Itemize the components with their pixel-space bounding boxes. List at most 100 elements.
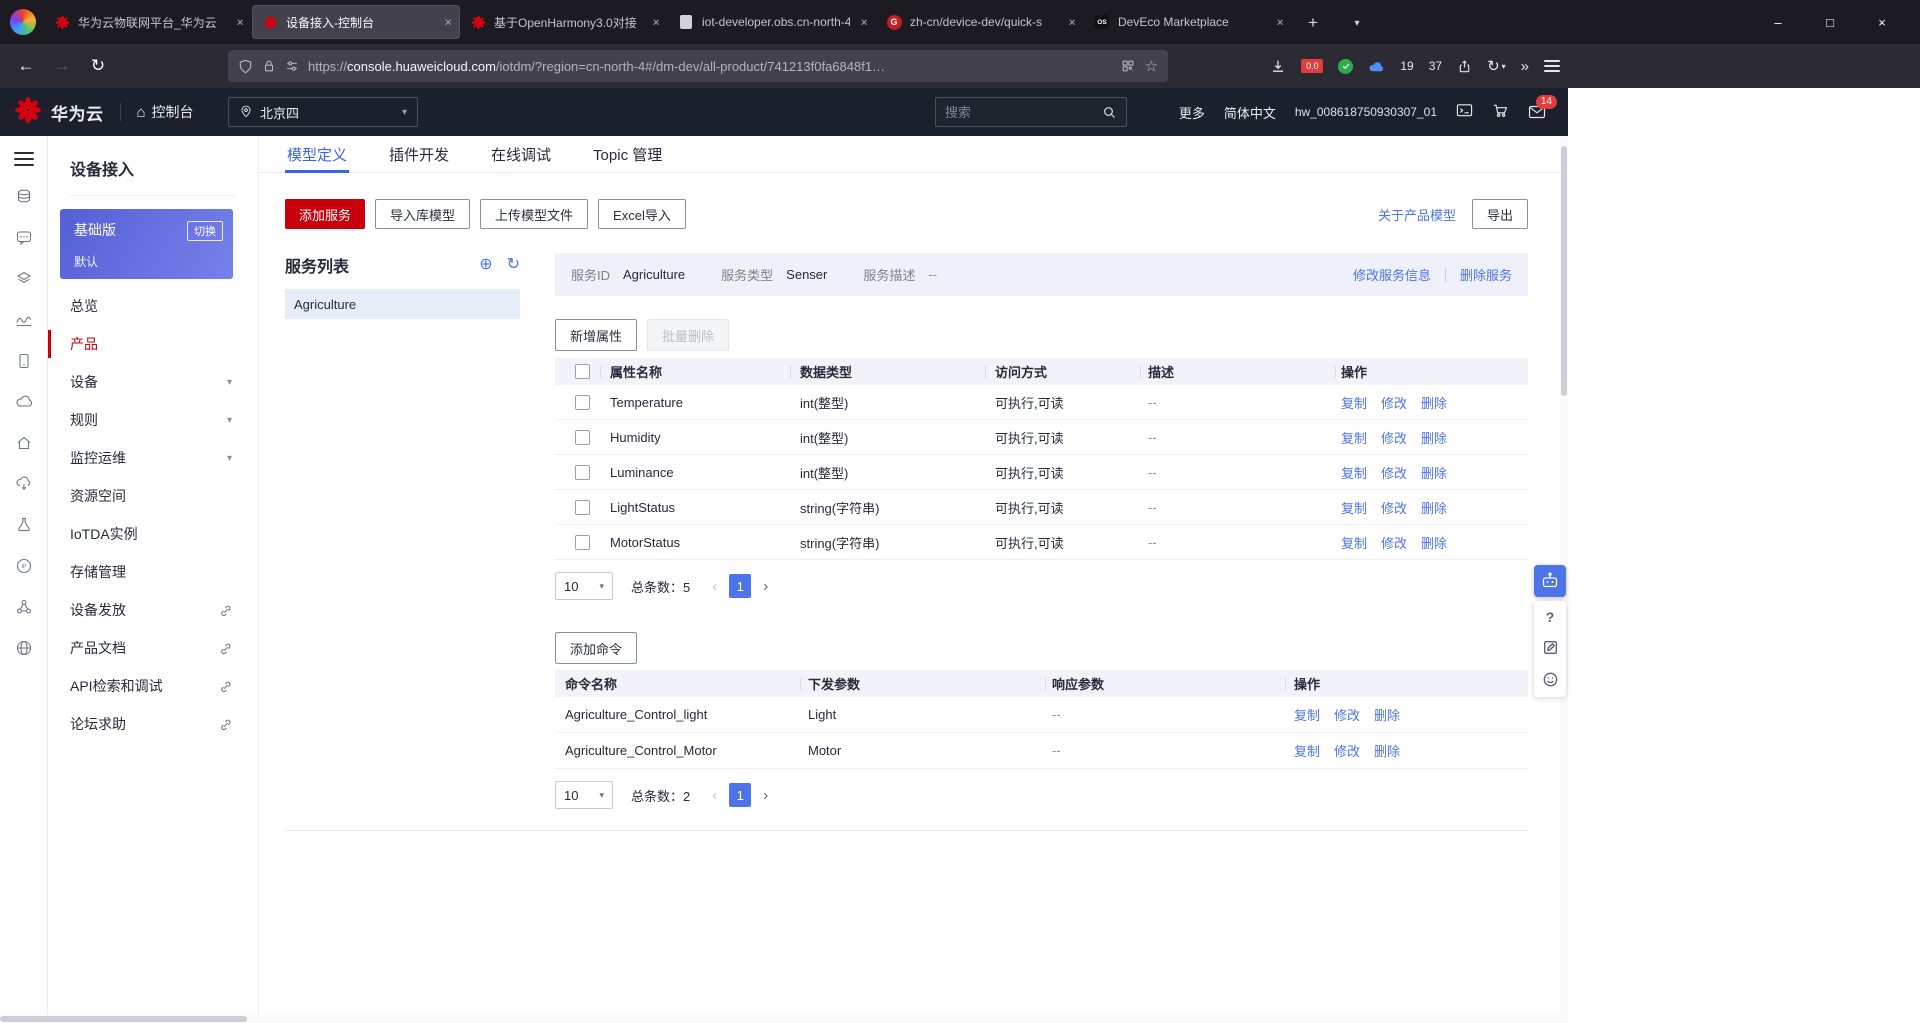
sidebar-item-product[interactable]: 产品 <box>48 325 258 363</box>
delete-link[interactable]: 删除 <box>1374 708 1400 723</box>
modify-link[interactable]: 修改 <box>1381 466 1407 481</box>
copy-link[interactable]: 复制 <box>1341 431 1367 446</box>
sidebar-item-docs[interactable]: 产品文档 <box>48 629 258 667</box>
window-close-button[interactable]: × <box>1856 0 1908 44</box>
browser-tab-3[interactable]: 基于OpenHarmony3.0对接 × <box>460 5 668 39</box>
permissions-sliders-icon[interactable] <box>285 59 299 73</box>
tab-close-icon[interactable]: × <box>860 15 868 30</box>
cloud-icon[interactable] <box>15 393 33 411</box>
browser-tab-6[interactable]: OS DevEco Marketplace × <box>1084 5 1292 39</box>
prev-page-icon[interactable]: ‹ <box>712 578 717 595</box>
reload-button[interactable]: ↻ <box>84 52 112 80</box>
add-service-icon[interactable]: ⊕ <box>479 257 492 273</box>
import-library-model-button[interactable]: 导入库模型 <box>375 199 471 229</box>
next-page-icon[interactable]: › <box>763 787 768 804</box>
browser-tab-5[interactable]: G zh-cn/device-dev/quick-s × <box>876 5 1084 39</box>
row-checkbox[interactable] <box>575 464 590 480</box>
page-size-select[interactable]: 10 ▾ <box>555 781 613 809</box>
service-list-item-selected[interactable]: Agriculture <box>285 289 520 319</box>
add-command-button[interactable]: 添加命令 <box>555 632 638 664</box>
header-search-box[interactable] <box>935 97 1127 127</box>
search-input[interactable] <box>945 104 1102 120</box>
cloud-extension-icon[interactable] <box>1368 58 1385 75</box>
tab-close-icon[interactable]: × <box>1068 15 1076 30</box>
browser-profile-icon[interactable] <box>10 9 36 35</box>
sidebar-item-provisioning[interactable]: 设备发放 <box>48 591 258 629</box>
copy-link[interactable]: 复制 <box>1341 536 1367 551</box>
tab-online-debug[interactable]: 在线调试 <box>489 136 553 172</box>
delete-link[interactable]: 删除 <box>1421 431 1447 446</box>
collapse-menu-icon[interactable] <box>14 152 34 166</box>
sidebar-item-device[interactable]: 设备 ▾ <box>48 363 258 401</box>
chat-icon[interactable] <box>15 229 33 247</box>
extension-counter-badge[interactable]: 19 <box>1400 59 1413 73</box>
qr-code-icon[interactable] <box>1121 59 1135 73</box>
page-size-select[interactable]: 10 ▾ <box>555 572 613 600</box>
cart-icon[interactable] <box>1492 102 1509 122</box>
upload-model-file-button[interactable]: 上传模型文件 <box>480 199 589 229</box>
copy-link[interactable]: 复制 <box>1294 744 1320 759</box>
region-selector[interactable]: 北京四 ▾ <box>228 97 418 127</box>
globe-icon[interactable] <box>15 639 33 657</box>
refresh-icon[interactable]: ↻ <box>507 257 520 273</box>
modify-service-link[interactable]: 修改服务信息 <box>1353 265 1431 284</box>
edition-card[interactable]: 基础版 切换 默认 <box>60 209 233 279</box>
app-menu-icon[interactable] <box>1544 60 1560 72</box>
select-all-checkbox[interactable] <box>575 364 590 379</box>
delete-link[interactable]: 删除 <box>1421 466 1447 481</box>
sync-icon[interactable]: ↻ ▾ <box>1487 57 1506 75</box>
extension-counter-badge[interactable]: 37 <box>1429 59 1442 73</box>
delete-link[interactable]: 删除 <box>1421 396 1447 411</box>
more-link[interactable]: 更多 <box>1179 103 1205 122</box>
add-property-button[interactable]: 新增属性 <box>555 319 638 351</box>
delete-link[interactable]: 删除 <box>1421 501 1447 516</box>
modify-link[interactable]: 修改 <box>1381 431 1407 446</box>
username[interactable]: hw_008618750930307_01 <box>1295 105 1437 119</box>
help-button[interactable]: ? <box>1546 610 1555 624</box>
assistant-robot-button[interactable] <box>1534 565 1566 597</box>
green-extension-icon[interactable] <box>1338 58 1354 74</box>
row-checkbox[interactable] <box>575 429 590 445</box>
tab-plugin-development[interactable]: 插件开发 <box>387 136 451 172</box>
delete-service-link[interactable]: 删除服务 <box>1460 265 1512 284</box>
messages-icon[interactable]: 14 <box>1528 95 1557 121</box>
sidebar-item-storage[interactable]: 存储管理 <box>48 553 258 591</box>
row-checkbox[interactable] <box>575 499 590 515</box>
search-icon[interactable] <box>1102 105 1117 120</box>
next-page-icon[interactable]: › <box>763 578 768 595</box>
ip-address-icon[interactable]: IP <box>15 557 33 575</box>
bookmark-star-icon[interactable]: ☆ <box>1145 57 1158 75</box>
feedback-button[interactable] <box>1542 639 1559 656</box>
sidebar-item-api-explorer[interactable]: API检索和调试 <box>48 667 258 705</box>
modify-link[interactable]: 修改 <box>1381 501 1407 516</box>
browser-tab-2-active[interactable]: 设备接入-控制台 × <box>252 5 460 39</box>
back-button[interactable]: ← <box>12 52 40 80</box>
current-page-button[interactable]: 1 <box>729 574 752 598</box>
copy-link[interactable]: 复制 <box>1294 708 1320 723</box>
tracking-shield-icon[interactable] <box>238 59 253 74</box>
copy-link[interactable]: 复制 <box>1341 396 1367 411</box>
list-all-tabs-icon[interactable]: ▾ <box>1344 10 1370 36</box>
sidebar-item-resource-space[interactable]: 资源空间 <box>48 477 258 515</box>
device-icon[interactable] <box>15 352 33 370</box>
row-checkbox[interactable] <box>575 394 590 410</box>
add-service-button[interactable]: 添加服务 <box>285 199 366 229</box>
edition-switch-button[interactable]: 切换 <box>187 221 223 241</box>
database-icon[interactable] <box>15 188 33 206</box>
about-product-model-link[interactable]: 关于产品模型 <box>1378 205 1456 224</box>
adblock-extension-badge[interactable]: 0.0 <box>1301 59 1324 73</box>
layers-icon[interactable] <box>15 270 33 288</box>
prev-page-icon[interactable]: ‹ <box>712 787 717 804</box>
sidebar-item-rules[interactable]: 规则 ▾ <box>48 401 258 439</box>
browser-tab-1[interactable]: 华为云物联网平台_华为云 × <box>44 5 252 39</box>
forward-button[interactable]: → <box>48 52 76 80</box>
tab-topic-management[interactable]: Topic 管理 <box>591 136 664 172</box>
window-minimize-button[interactable]: – <box>1752 0 1804 44</box>
delete-link[interactable]: 删除 <box>1421 536 1447 551</box>
nodes-icon[interactable] <box>15 598 33 616</box>
share-icon[interactable] <box>1457 59 1472 74</box>
browser-tab-4[interactable]: iot-developer.obs.cn-north-4… × <box>668 5 876 39</box>
console-link[interactable]: ⌂ 控制台 <box>137 102 194 122</box>
tab-close-icon[interactable]: × <box>444 15 452 30</box>
address-bar[interactable]: https://console.huaweicloud.com/iotdm/?r… <box>228 50 1168 82</box>
